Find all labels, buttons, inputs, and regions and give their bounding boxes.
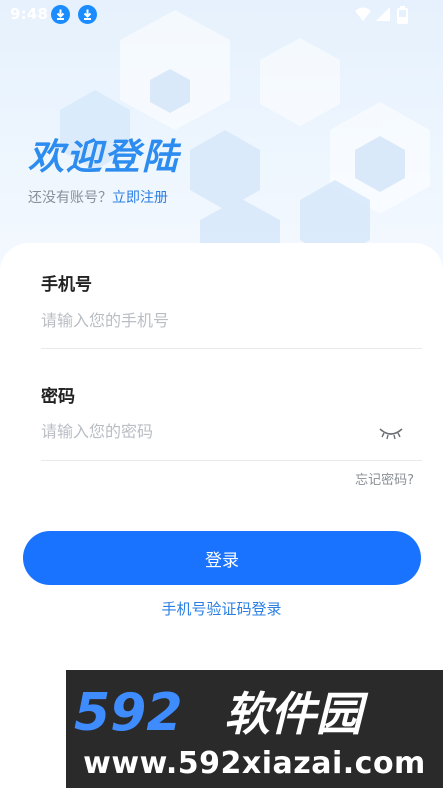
download-icon xyxy=(78,5,97,24)
login-button[interactable]: 登录 xyxy=(23,531,421,585)
sms-login-link[interactable]: 手机号验证码登录 xyxy=(0,598,443,619)
wifi-icon xyxy=(355,7,371,21)
watermark-logo: 592 软件园 xyxy=(74,683,369,740)
download-icon xyxy=(51,5,70,24)
battery-icon xyxy=(397,6,408,24)
password-divider xyxy=(41,460,422,461)
status-bar: 9:48 xyxy=(0,0,443,30)
phone-input[interactable] xyxy=(41,300,421,340)
register-prompt: 还没有账号？立即注册 xyxy=(28,187,168,207)
eye-closed-icon[interactable] xyxy=(378,425,404,441)
password-label: 密码 xyxy=(41,387,75,407)
register-link[interactable]: 立即注册 xyxy=(112,190,168,206)
watermark-url: www.592xiazai.com xyxy=(83,746,426,781)
forgot-password-link[interactable]: 忘记密码? xyxy=(355,469,414,488)
password-input[interactable] xyxy=(41,411,371,451)
phone-label: 手机号 xyxy=(41,275,92,295)
page-title: 欢迎登陆 xyxy=(28,137,181,178)
phone-divider xyxy=(41,348,422,349)
svg-text:592: 592 xyxy=(74,683,183,740)
svg-text:软件园: 软件园 xyxy=(224,687,369,740)
no-account-text: 还没有账号？ xyxy=(28,190,112,206)
signal-icon xyxy=(376,7,390,21)
watermark: 592 软件园 www.592xiazai.com xyxy=(66,670,443,788)
status-time: 9:48 xyxy=(10,5,49,23)
